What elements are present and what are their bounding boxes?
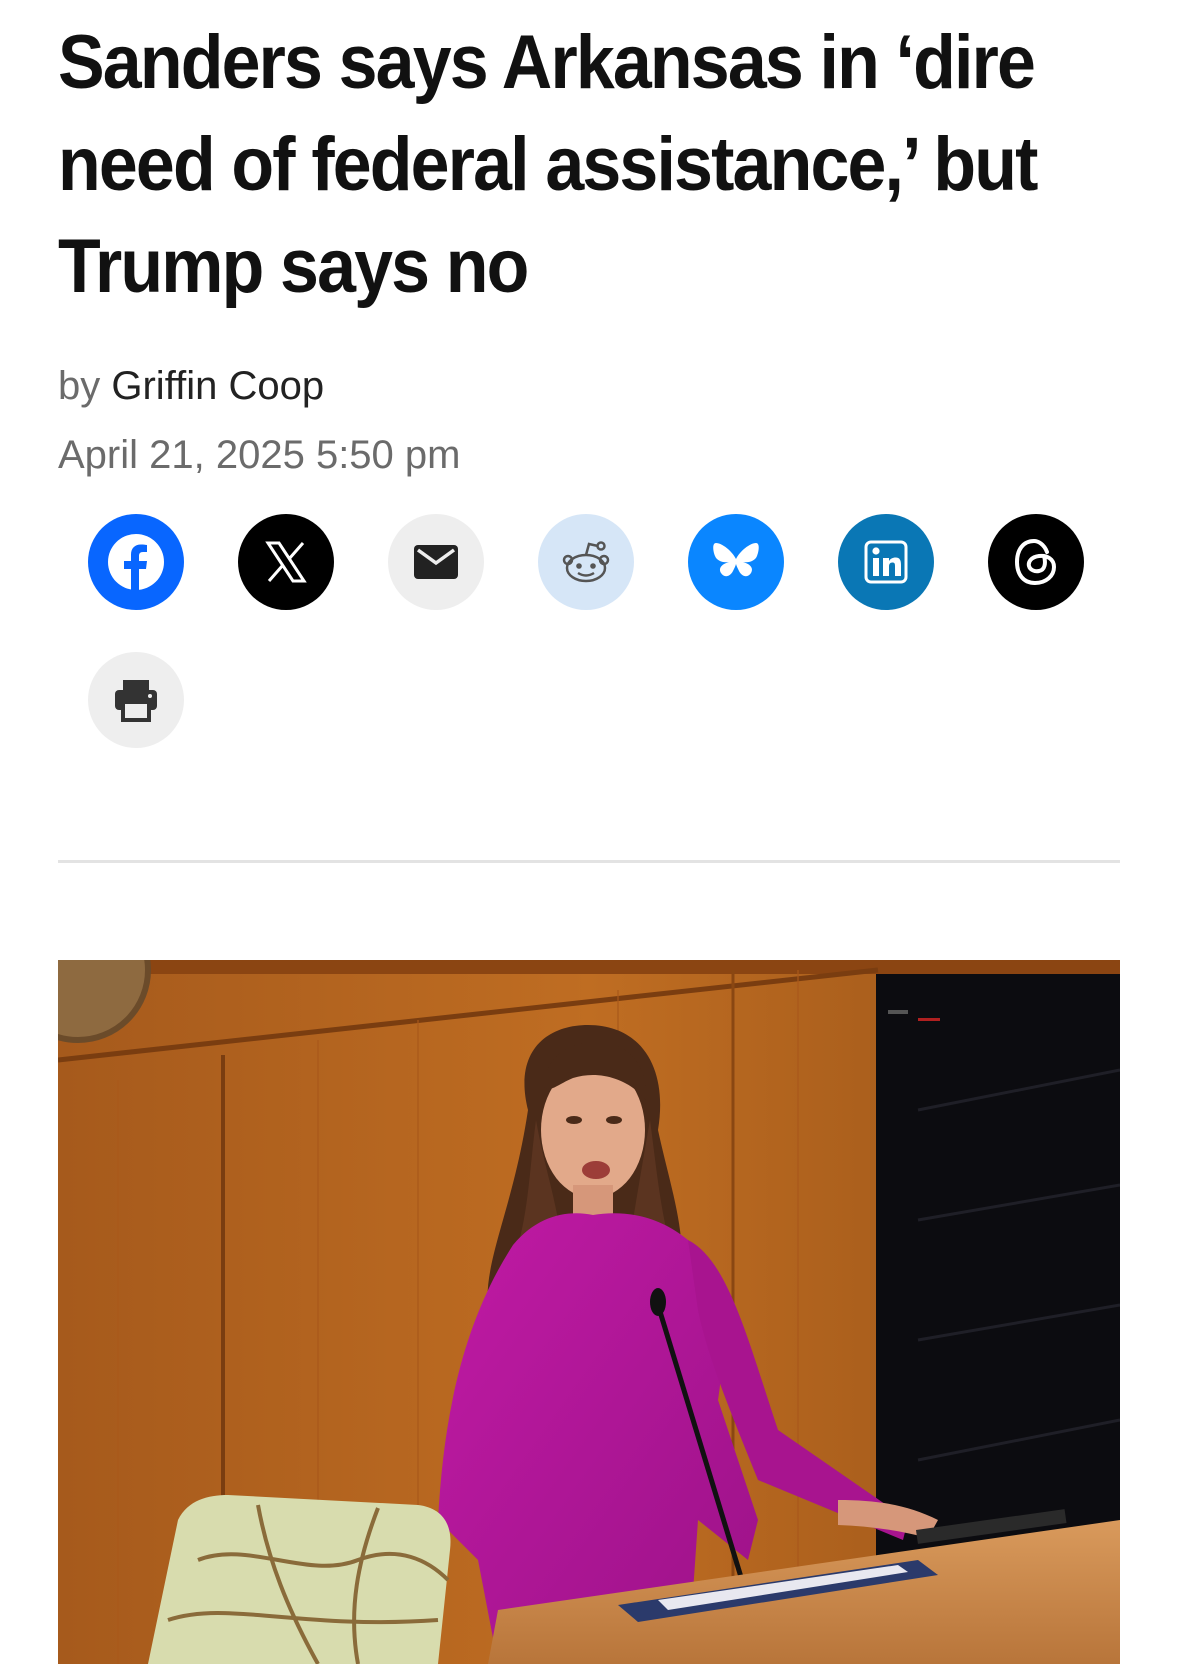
content-divider [58, 860, 1120, 863]
share-reddit-button[interactable] [538, 514, 634, 610]
share-bluesky-button[interactable] [688, 514, 784, 610]
publish-timestamp: April 21, 2025 5:50 pm [58, 433, 461, 477]
share-x-button[interactable] [238, 514, 334, 610]
share-threads-button[interactable] [988, 514, 1084, 610]
share-linkedin-button[interactable] [838, 514, 934, 610]
article-headline: Sanders says Arkansas in ‘dire need of f… [58, 20, 1038, 309]
article-hero-image [58, 960, 1120, 1664]
reddit-icon [562, 541, 610, 583]
author-link[interactable]: Griffin Coop [111, 364, 324, 408]
share-email-button[interactable] [388, 514, 484, 610]
hero-photo [58, 960, 1120, 1664]
linkedin-icon [864, 540, 908, 584]
threads-icon [1014, 538, 1057, 586]
byline: by Griffin Coop [58, 362, 324, 410]
share-facebook-button[interactable] [88, 514, 184, 610]
print-button[interactable] [88, 652, 184, 748]
print-icon [115, 680, 157, 722]
facebook-icon [108, 534, 164, 591]
bluesky-icon [713, 543, 759, 577]
x-icon [265, 541, 307, 583]
byline-prefix: by [58, 364, 101, 408]
email-icon [414, 545, 458, 579]
